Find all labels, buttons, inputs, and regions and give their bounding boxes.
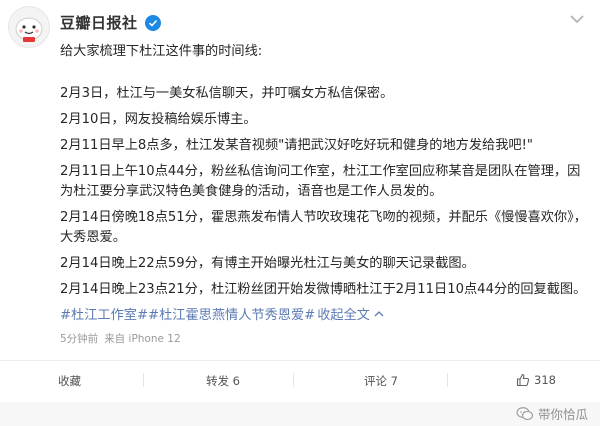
verified-icon	[144, 14, 161, 31]
avatar[interactable]	[8, 6, 50, 48]
timeline-entry: 2月10日，网友投稿给娱乐博主。	[60, 112, 257, 127]
chat-bubble-icon	[516, 406, 534, 420]
thumbs-up-icon	[516, 373, 530, 387]
chevron-up-icon[interactable]	[374, 309, 384, 319]
like-button[interactable]: 318	[516, 373, 556, 387]
author-name[interactable]: 豆瓣日报社	[60, 12, 138, 33]
post-header: 豆瓣日报社	[60, 12, 161, 33]
action-separator	[447, 373, 448, 387]
more-options-icon[interactable]	[568, 10, 586, 28]
timeline-entry: 2月3日，杜江与一美女私信聊天，并叮嘱女方私信保密。	[60, 86, 394, 101]
watermark-text: 带你恰瓜	[537, 407, 588, 422]
hashtag-link[interactable]: #杜江工作室#	[60, 304, 148, 323]
watermark: 带你恰瓜	[516, 404, 588, 423]
hashtag-link[interactable]: #杜江霍思燕情人节秀恩爱#	[148, 304, 315, 323]
timeline-entry: 2月14日傍晚18点51分，霍思燕发布情人节吹玫瑰花飞吻的视频，并配乐《慢慢喜欢…	[60, 210, 587, 245]
action-separator	[293, 373, 294, 387]
forward-label: 转发 6	[206, 374, 240, 388]
post-source[interactable]: 来自 iPhone 12	[104, 331, 180, 346]
comment-label: 评论 7	[364, 374, 398, 388]
post-time: 5分钟前	[60, 333, 99, 345]
action-bar: 收藏 转发 6 评论 7 318	[0, 361, 600, 401]
footer-bar	[0, 402, 600, 426]
timeline-entry: 2月14日晚上23点21分，杜江粉丝团开始发微博晒杜江于2月11日10点44分的…	[60, 282, 587, 297]
mascot-icon	[15, 17, 43, 42]
timeline-entry: 2月11日早上8点多，杜江发某音视频"请把武汉好吃好玩和健身的地方发给我吧!"	[60, 138, 533, 153]
timeline-entry: 2月11日上午10点44分，粉丝私信询问工作室，杜江工作室回应称某音是团队在管理…	[60, 164, 581, 199]
action-separator	[143, 373, 144, 387]
post-body: 给大家梳理下杜江这件事的时间线: 2月3日，杜江与一美女私信聊天，并叮嘱女方私信…	[60, 42, 590, 300]
like-count: 318	[534, 373, 556, 387]
favorite-button[interactable]: 收藏	[58, 373, 81, 389]
favorite-label: 收藏	[58, 374, 81, 388]
post-intro: 给大家梳理下杜江这件事的时间线:	[60, 44, 263, 59]
hashtag-row: #杜江工作室# #杜江霍思燕情人节秀恩爱# 收起全文	[60, 304, 384, 323]
collapse-text-link[interactable]: 收起全文	[317, 304, 370, 323]
post-meta: 5分钟前 来自 iPhone 12	[60, 331, 181, 346]
forward-button[interactable]: 转发 6	[206, 373, 240, 389]
comment-button[interactable]: 评论 7	[364, 373, 398, 389]
timeline-entry: 2月14日晚上22点59分，有博主开始曝光杜江与美女的聊天记录截图。	[60, 256, 475, 271]
